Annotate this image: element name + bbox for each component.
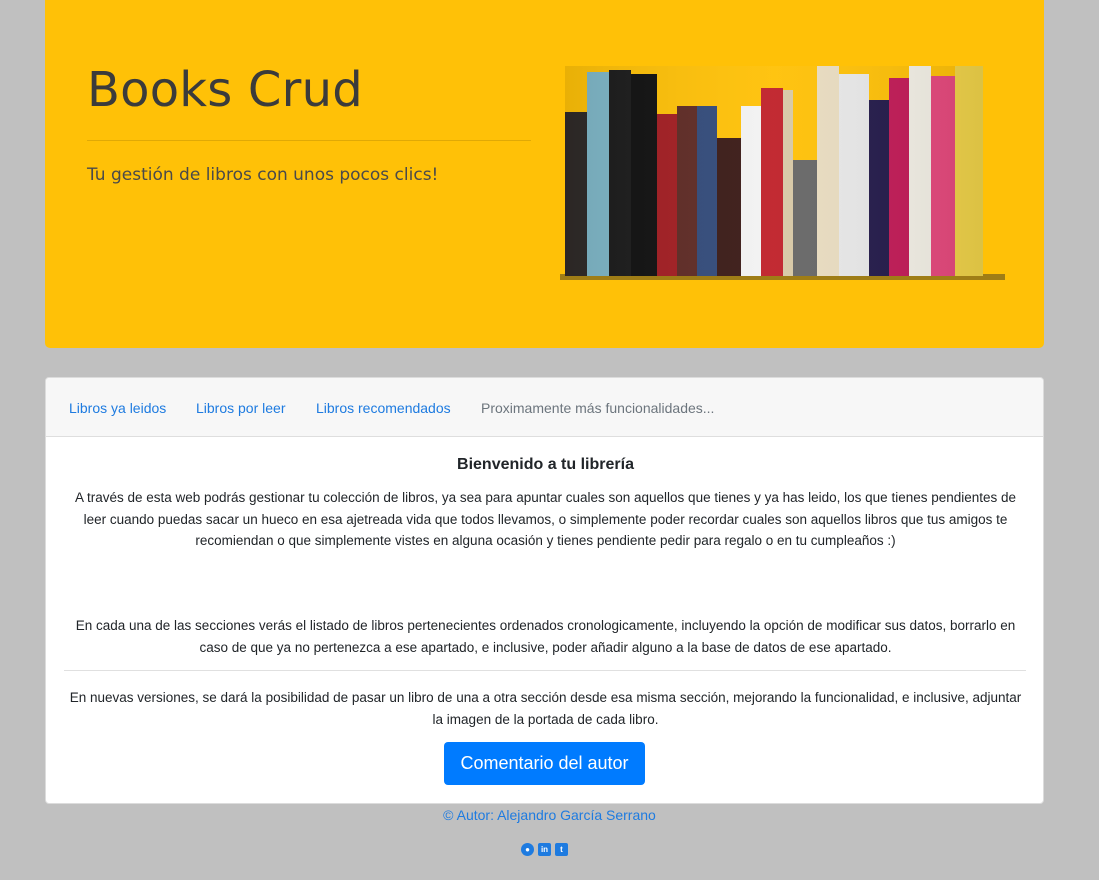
- tab-proximamente: Proximamente más funcionalidades...: [481, 400, 715, 416]
- site-tagline: Tu gestión de libros con unos pocos clic…: [87, 165, 439, 185]
- author-comment-button[interactable]: Comentario del autor: [444, 742, 645, 785]
- card-divider: [64, 670, 1026, 671]
- future-versions-paragraph: En nuevas versiones, se dará la posibili…: [69, 690, 1022, 727]
- intro-paragraph: A través de esta web podrás gestionar tu…: [74, 490, 1017, 548]
- card-title: Bienvenido a tu librería: [457, 456, 634, 473]
- twitter-icon[interactable]: t: [555, 843, 568, 856]
- sections-paragraph: En cada una de las secciones verás el li…: [75, 618, 1016, 655]
- tab-libros-leidos[interactable]: Libros ya leidos: [69, 400, 166, 416]
- site-title: Books Crud: [87, 62, 363, 118]
- jumbotron-divider: [87, 140, 531, 141]
- jumbotron: Books Crud Tu gestión de libros con unos…: [45, 0, 1044, 348]
- github-icon[interactable]: ●: [521, 843, 534, 856]
- tab-libros-por-leer[interactable]: Libros por leer: [196, 400, 286, 416]
- welcome-card: Libros ya leidos Libros por leer Libros …: [45, 377, 1044, 804]
- card-header-nav: Libros ya leidos Libros por leer Libros …: [46, 378, 1043, 437]
- footer-author: © Autor: Alejandro García Serrano: [443, 807, 656, 823]
- linkedin-icon[interactable]: in: [538, 843, 551, 856]
- bookshelf-illustration: [560, 66, 1005, 280]
- tab-libros-recomendados[interactable]: Libros recomendados: [316, 400, 451, 416]
